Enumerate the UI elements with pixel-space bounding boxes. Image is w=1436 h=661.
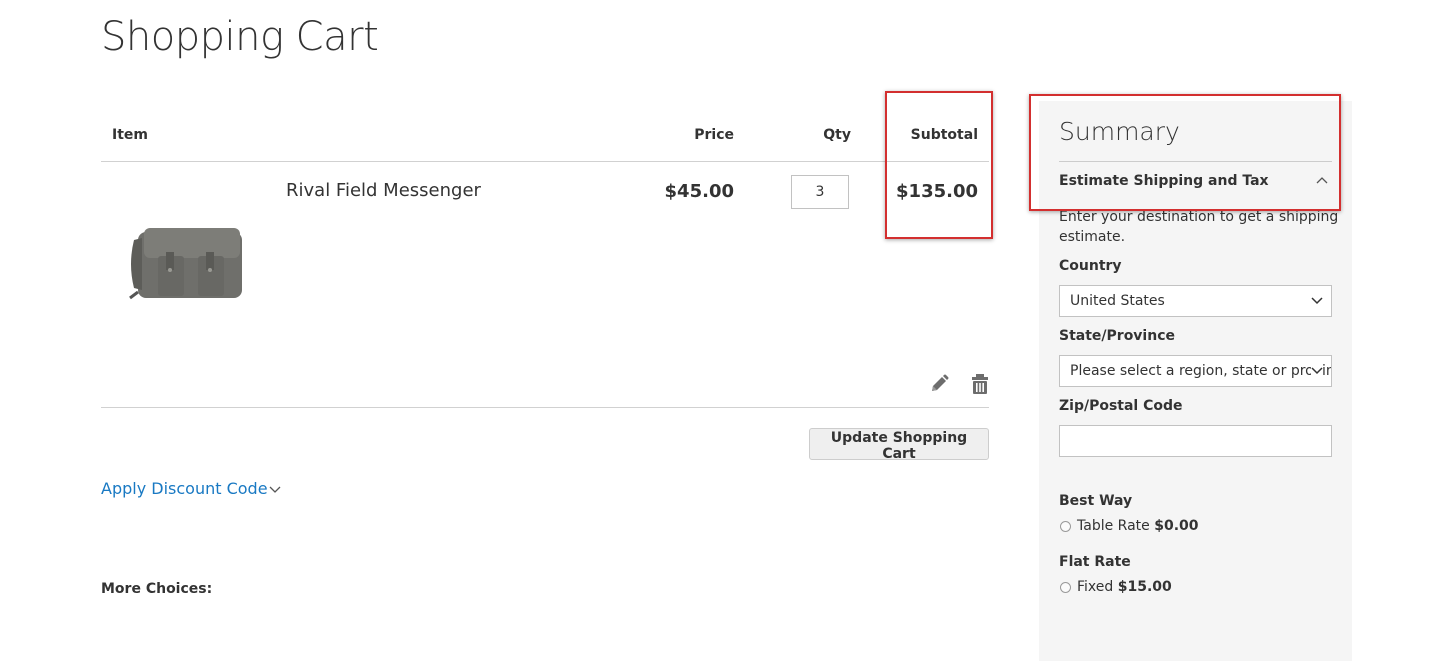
pencil-icon[interactable] — [928, 373, 950, 395]
qty-input[interactable] — [791, 175, 849, 209]
trash-icon[interactable] — [969, 373, 991, 395]
product-image[interactable] — [120, 222, 250, 308]
chevron-down-icon — [1311, 296, 1323, 306]
state-select[interactable]: Please select a region, state or provinc… — [1059, 355, 1332, 387]
chevron-down-icon — [1311, 366, 1323, 376]
column-header-price: Price — [694, 127, 734, 143]
country-label: Country — [1059, 258, 1122, 274]
chevron-down-icon[interactable] — [268, 484, 282, 496]
update-shopping-cart-button[interactable]: Update Shopping Cart — [809, 428, 989, 462]
apply-discount-link[interactable]: Apply Discount Code — [101, 479, 268, 498]
country-select[interactable]: United States — [1059, 285, 1332, 317]
carrier-title: Flat Rate — [1059, 554, 1131, 570]
shipping-radio-table-rate[interactable] — [1060, 521, 1071, 532]
product-price: $45.00 — [664, 181, 734, 202]
more-choices-label: More Choices: — [101, 581, 213, 597]
column-header-qty: Qty — [823, 127, 851, 143]
product-name[interactable]: Rival Field Messenger — [286, 180, 481, 201]
method-name: Fixed — [1077, 579, 1114, 595]
zip-label: Zip/Postal Code — [1059, 398, 1183, 414]
highlight-box-summary — [1029, 94, 1341, 211]
method-name: Table Rate — [1077, 518, 1150, 534]
state-label: State/Province — [1059, 328, 1175, 344]
shipping-method-label[interactable]: Table Rate $0.00 — [1077, 518, 1199, 534]
zip-input[interactable] — [1059, 425, 1332, 457]
highlight-box-subtotal — [885, 91, 993, 239]
method-price: $0.00 — [1154, 518, 1199, 534]
table-divider — [101, 161, 989, 162]
method-price: $15.00 — [1117, 579, 1172, 595]
state-select-value: Please select a region, state or provinc… — [1070, 363, 1332, 379]
page-title: Shopping Cart — [101, 14, 379, 60]
shipping-radio-fixed[interactable] — [1060, 582, 1071, 593]
table-divider — [101, 407, 989, 408]
country-select-value: United States — [1070, 293, 1165, 309]
carrier-title: Best Way — [1059, 493, 1133, 509]
column-header-item: Item — [112, 127, 148, 143]
shipping-method-label[interactable]: Fixed $15.00 — [1077, 579, 1172, 595]
estimate-intro-text: Enter your destination to get a shipping… — [1059, 209, 1339, 245]
